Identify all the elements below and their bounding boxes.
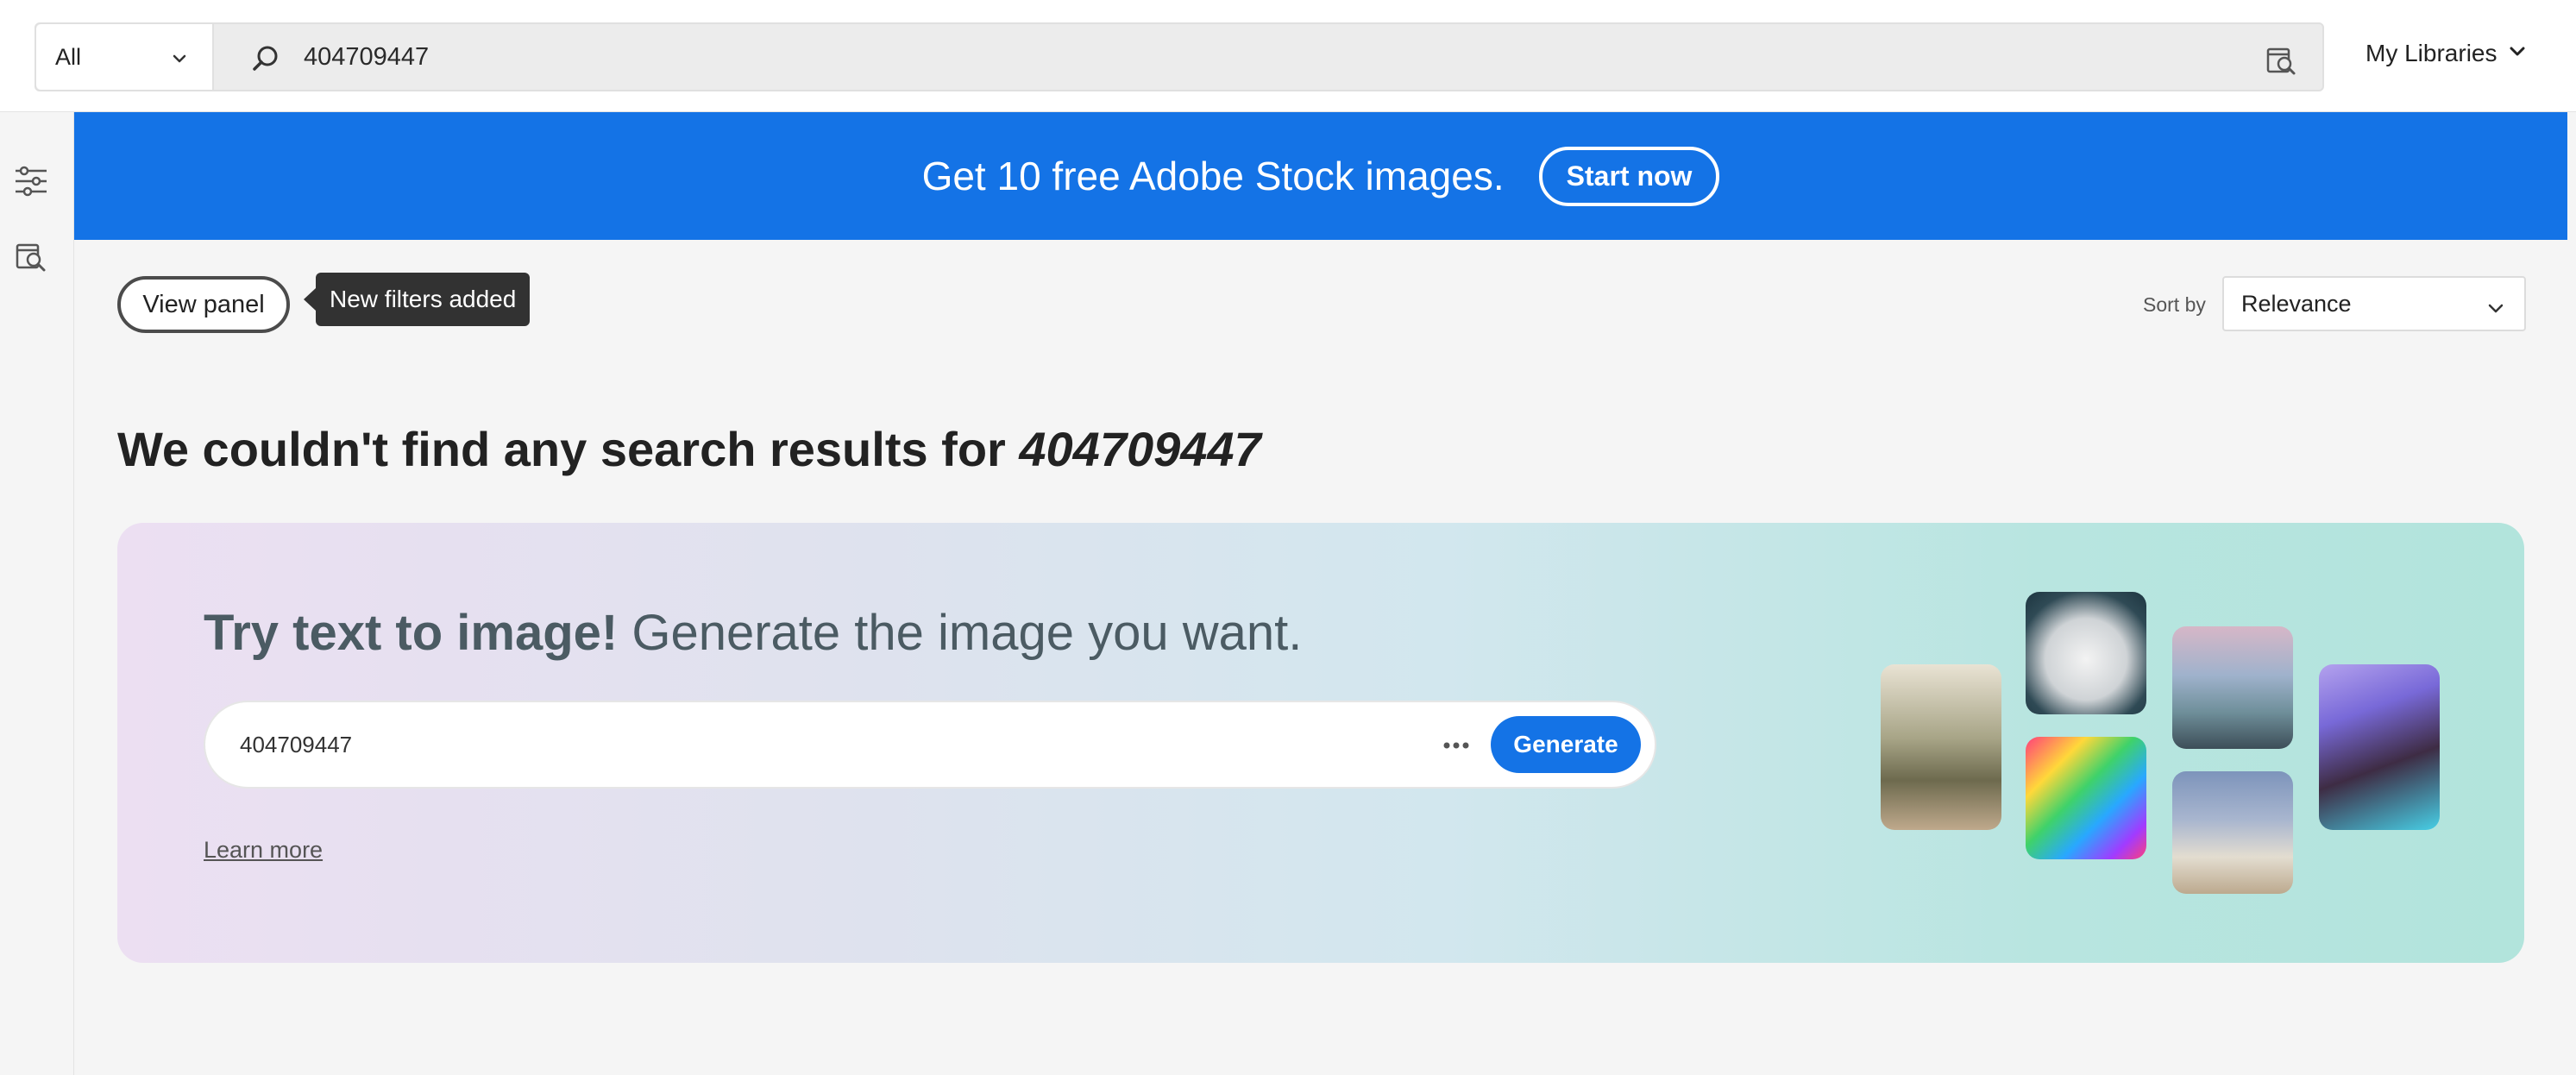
chevron-down-icon: [171, 47, 188, 73]
sample-image-seal: [2026, 592, 2146, 714]
prompt-input-value: 404709447: [240, 732, 353, 758]
no-results-heading: We couldn't find any search results for …: [117, 421, 1261, 477]
sample-image-mountain-cloud: [2172, 626, 2293, 749]
text-to-image-title: Try text to image! Generate the image yo…: [204, 604, 1302, 662]
promo-message: Get 10 free Adobe Stock images.: [921, 154, 1505, 198]
my-libraries-label: My Libraries: [2366, 40, 2497, 66]
my-libraries-button[interactable]: My Libraries: [2366, 40, 2528, 67]
sample-image-horse: [2172, 771, 2293, 894]
chevron-down-icon: [2507, 40, 2528, 67]
search-scope-label: All: [55, 43, 82, 70]
sample-image-forked-path: [1881, 664, 2001, 830]
search-icon: [250, 43, 281, 79]
text-to-image-card: Try text to image! Generate the image yo…: [117, 523, 2524, 963]
search-bar: All 404709447: [35, 22, 2324, 91]
top-bar: All 404709447 My Libraries: [0, 0, 2576, 112]
no-results-text: We couldn't find any search results for: [117, 422, 1020, 476]
text-to-image-title-bold: Try text to image!: [204, 605, 619, 661]
main-content: View panel New filters added Sort by Rel…: [74, 240, 2576, 1075]
start-now-button[interactable]: Start now: [1538, 146, 1720, 206]
filters-tooltip: New filters added: [303, 273, 531, 326]
promo-banner: Get 10 free Adobe Stock images. Start no…: [74, 112, 2567, 240]
sort-dropdown[interactable]: Relevance: [2222, 276, 2526, 331]
learn-more-link[interactable]: Learn more: [204, 837, 323, 864]
text-to-image-title-rest: Generate the image you want.: [618, 605, 1303, 661]
visual-search-icon[interactable]: [2264, 43, 2298, 82]
search-scope-dropdown[interactable]: All: [36, 24, 214, 90]
sort-dropdown-value: Relevance: [2241, 290, 2352, 317]
sample-image-portrait: [2319, 664, 2440, 830]
search-input[interactable]: 404709447: [214, 24, 2322, 90]
left-rail: [0, 112, 74, 1075]
more-icon[interactable]: [1441, 730, 1472, 765]
chevron-down-icon: [2486, 297, 2505, 324]
sample-image-rainbow-scales: [2026, 737, 2146, 859]
filters-icon[interactable]: [12, 162, 50, 204]
search-input-value: 404709447: [304, 43, 430, 71]
no-results-query: 404709447: [1019, 422, 1261, 476]
view-panel-button[interactable]: View panel: [117, 276, 290, 333]
generate-button[interactable]: Generate: [1491, 716, 1641, 773]
visual-search-icon[interactable]: [14, 240, 48, 279]
prompt-input[interactable]: 404709447 Generate: [204, 701, 1656, 789]
sort-by-label: Sort by: [2143, 293, 2206, 316]
